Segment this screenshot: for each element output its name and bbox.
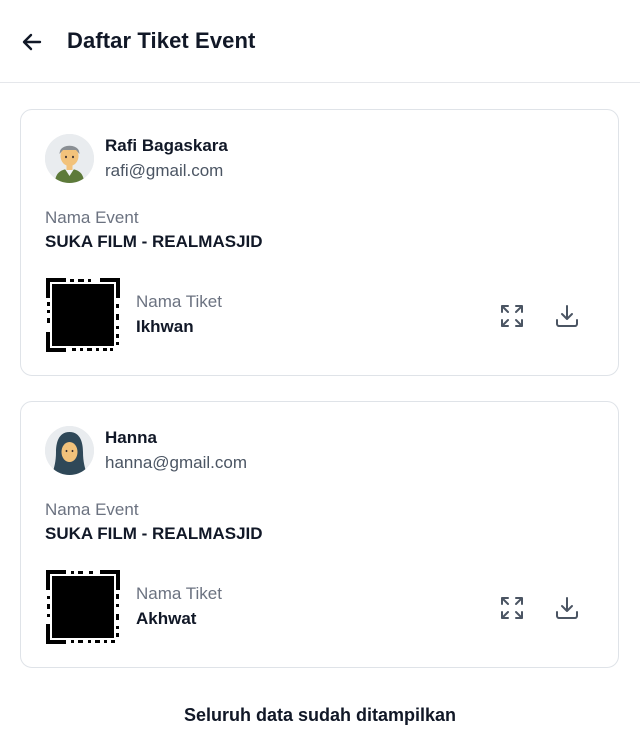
qr-code[interactable] <box>46 570 120 644</box>
download-icon <box>556 597 578 619</box>
user-email: rafi@gmail.com <box>105 161 224 180</box>
page-title: Daftar Tiket Event <box>67 28 256 53</box>
female-avatar-icon <box>45 426 94 475</box>
ticket-list[interactable]: Rafi Bagaskara rafi@gmail.com Nama Event… <box>0 83 640 746</box>
download-icon <box>556 305 578 327</box>
app-header: Daftar Tiket Event <box>0 0 640 83</box>
ticket-name: Ikhwan <box>136 317 194 336</box>
end-of-list-message: Seluruh data sudah ditampilkan <box>183 705 457 725</box>
event-name: SUKA FILM - REALMASJID <box>45 232 263 251</box>
ticket-card: Hanna hanna@gmail.com Nama Event SUKA FI… <box>20 401 619 668</box>
qr-code[interactable] <box>46 278 120 352</box>
arrow-left-icon <box>22 33 42 51</box>
expand-icon <box>501 305 523 327</box>
male-avatar-icon <box>45 134 94 183</box>
ticket-card: Rafi Bagaskara rafi@gmail.com Nama Event… <box>20 109 619 376</box>
download-button[interactable] <box>551 592 583 624</box>
user-name: Rafi Bagaskara <box>105 136 228 155</box>
ticket-name: Akhwat <box>136 609 197 628</box>
user-email: hanna@gmail.com <box>105 453 247 472</box>
avatar <box>45 134 94 183</box>
expand-qr-button[interactable] <box>496 300 528 332</box>
ticket-label: Nama Tiket <box>136 292 222 311</box>
user-name: Hanna <box>105 428 157 447</box>
expand-icon <box>501 597 523 619</box>
qr-code-icon <box>46 278 120 352</box>
ticket-label: Nama Tiket <box>136 584 222 603</box>
qr-code-icon <box>46 570 120 644</box>
event-name: SUKA FILM - REALMASJID <box>45 524 263 543</box>
back-button[interactable] <box>18 28 46 56</box>
download-button[interactable] <box>551 300 583 332</box>
event-label: Nama Event <box>45 208 139 227</box>
avatar <box>45 426 94 475</box>
event-label: Nama Event <box>45 500 139 519</box>
expand-qr-button[interactable] <box>496 592 528 624</box>
